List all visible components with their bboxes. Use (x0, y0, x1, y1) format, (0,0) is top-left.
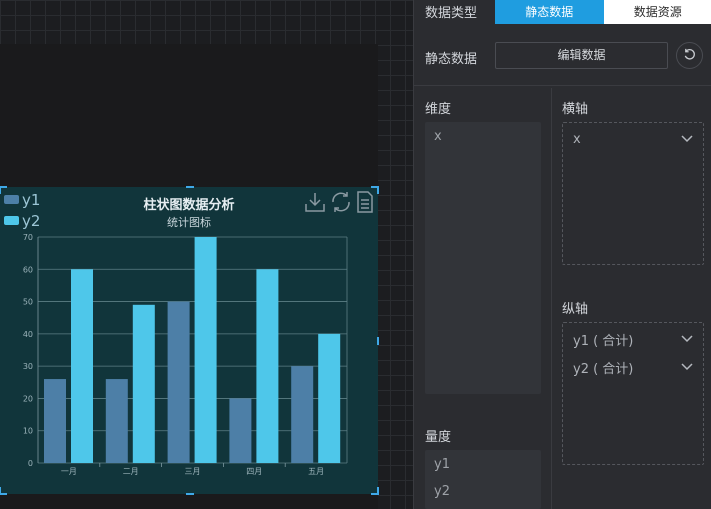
chart-toolbox (304, 191, 374, 213)
dimension-field-list: x (425, 122, 541, 394)
data-type-label: 数据类型 (425, 6, 478, 21)
x-tick-label: 二月 (123, 467, 139, 476)
bar-y2-2 (132, 304, 155, 463)
bar-chart: 0 10 20 30 40 50 60 70 一月 二月 三月 四月 五月 (23, 233, 348, 476)
resize-handle-top[interactable] (186, 186, 194, 188)
bar-y2-3 (194, 237, 217, 463)
bar-y2-1 (71, 269, 93, 463)
config-panel: 数据类型 静态数据 数据资源 静态数据 编辑数据 维度 x 量度 y1 y2 横… (413, 0, 711, 509)
y-tick-label: 60 (23, 265, 33, 274)
design-canvas[interactable]: 0 10 20 30 40 50 60 70 一月 二月 三月 四月 五月 y1 y2 柱状图数据分析 … (0, 0, 413, 509)
measure-field-y2[interactable]: y2 (434, 484, 450, 499)
resize-handle-top-left[interactable] (0, 186, 7, 194)
edit-data-button[interactable]: 编辑数据 (495, 42, 668, 69)
bar-y1-3 (167, 301, 190, 463)
measure-field-list: y1 y2 (425, 450, 541, 509)
data-type-static-option[interactable]: 静态数据 (495, 0, 604, 24)
y-tick-label: 50 (23, 298, 33, 307)
data-type-toggle: 静态数据 数据资源 (495, 0, 711, 24)
y-tick-label: 70 (23, 233, 33, 242)
dimension-field-x[interactable]: x (434, 129, 442, 144)
x-axis-dropzone[interactable]: x (562, 122, 704, 265)
static-data-label: 静态数据 (425, 52, 478, 67)
measure-label: 量度 (425, 430, 452, 445)
y-axis-item-y1[interactable]: y1 ( 合计) (573, 328, 693, 350)
x-axis-item-x[interactable]: x (573, 128, 693, 150)
x-tick-label: 四月 (246, 467, 262, 476)
data-type-resource-option[interactable]: 数据资源 (603, 0, 711, 24)
resize-handle-bottom-left[interactable] (0, 487, 7, 495)
bar-y2-4 (256, 269, 279, 463)
chart-subtitle: 统计图标 (167, 216, 211, 229)
reset-button[interactable] (676, 42, 703, 69)
resize-handle-top-right[interactable] (371, 186, 379, 194)
y-axis-label: 纵轴 (562, 302, 589, 317)
measure-field-y1[interactable]: y1 (434, 457, 450, 472)
dimension-label: 维度 (425, 102, 452, 117)
column-divider (551, 88, 552, 509)
bar-y1-2 (105, 379, 128, 463)
y-axis-item-y2[interactable]: y2 ( 合计) (573, 356, 693, 378)
reset-icon (683, 46, 696, 65)
y-axis-dropzone[interactable]: y1 ( 合计) y2 ( 合计) (562, 322, 704, 465)
data-view-icon[interactable] (356, 191, 374, 213)
y-tick-label: 10 (23, 427, 33, 436)
y-tick-label: 40 (23, 330, 33, 339)
x-tick-label: 五月 (308, 467, 324, 476)
bar-y2-5 (318, 333, 341, 463)
y-axis-item-label: y1 ( 合计) (573, 333, 634, 349)
refresh-icon[interactable] (329, 191, 353, 213)
x-axis-item-label: x (573, 131, 581, 147)
y-tick-label: 20 (23, 394, 33, 403)
resize-handle-bottom-right[interactable] (371, 487, 379, 495)
section-divider (414, 85, 711, 86)
x-axis-label: 横轴 (562, 102, 589, 117)
chevron-down-icon[interactable] (681, 360, 693, 375)
bar-chart-widget[interactable]: 0 10 20 30 40 50 60 70 一月 二月 三月 四月 五月 y1 y2 柱状图数据分析 … (0, 186, 379, 495)
bar-y1-1 (44, 379, 66, 463)
bar-y1-5 (291, 366, 314, 463)
y-tick-label: 30 (23, 362, 33, 371)
y-axis-item-label: y2 ( 合计) (573, 361, 634, 377)
chevron-down-icon[interactable] (681, 332, 693, 347)
download-icon[interactable] (304, 191, 326, 213)
y-tick-label: 0 (28, 459, 33, 468)
x-tick-label: 一月 (61, 467, 77, 476)
x-tick-label: 三月 (185, 467, 201, 476)
chevron-down-icon[interactable] (681, 132, 693, 147)
resize-handle-bottom[interactable] (186, 493, 194, 495)
resize-handle-right[interactable] (377, 337, 379, 345)
bar-y1-4 (229, 398, 252, 463)
